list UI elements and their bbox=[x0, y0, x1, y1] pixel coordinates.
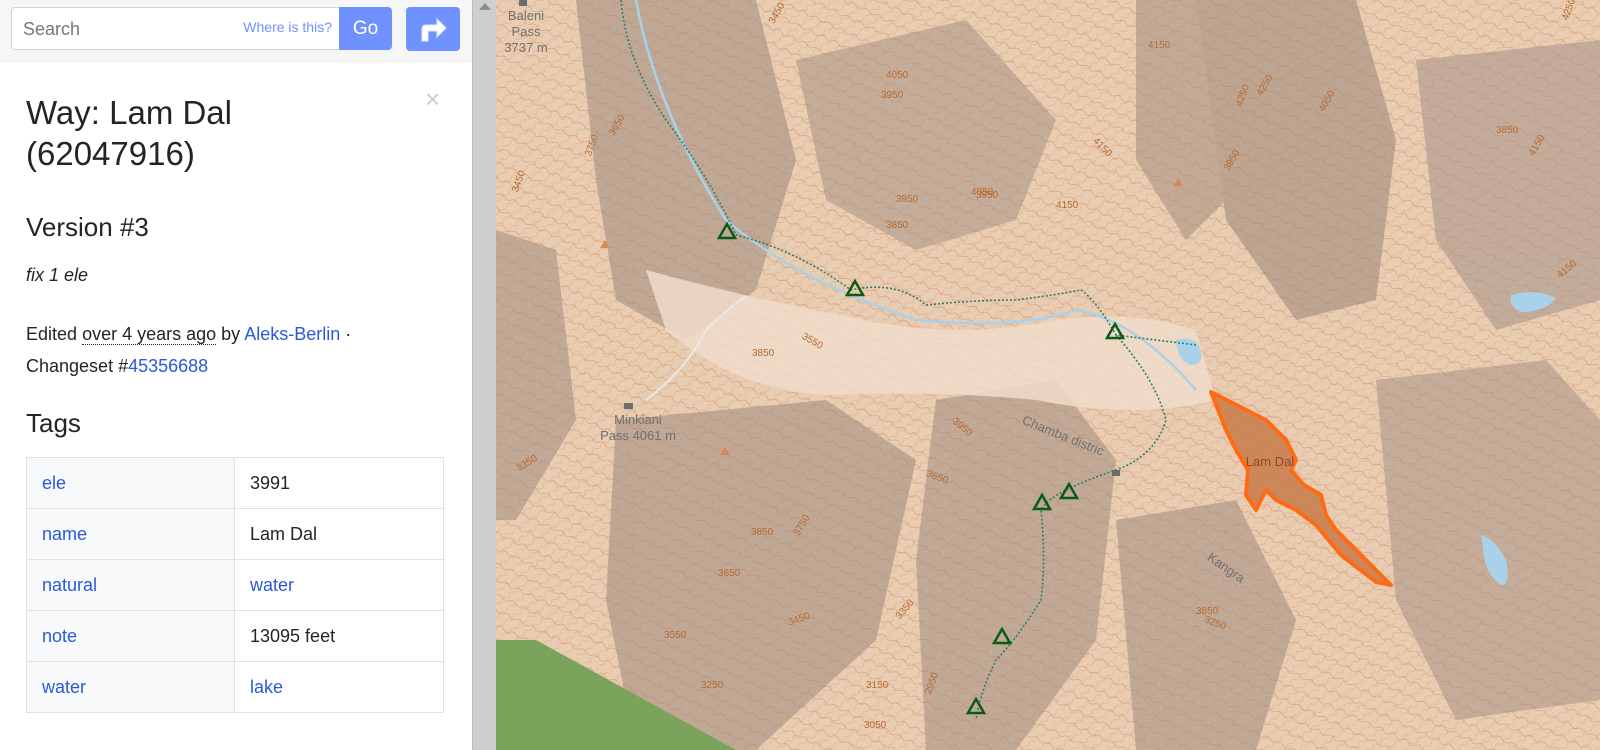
tag-value[interactable]: lake bbox=[234, 661, 444, 713]
tag-value: Lam Dal bbox=[234, 508, 444, 560]
user-link[interactable]: Aleks-Berlin bbox=[244, 324, 340, 344]
pass-icon bbox=[519, 0, 527, 6]
table-row: name Lam Dal bbox=[26, 508, 444, 560]
sidebar-resizer[interactable] bbox=[472, 0, 496, 750]
contour-label: 3150 bbox=[866, 680, 889, 691]
tags-table: ele 3991 name Lam Dal natural water note… bbox=[26, 457, 444, 713]
contour-label: 4150 bbox=[1056, 200, 1079, 211]
tag-value: 13095 feet bbox=[234, 610, 444, 662]
contour-label: 3850 bbox=[751, 527, 774, 538]
page-title: Way: Lam Dal (62047916) bbox=[26, 94, 232, 172]
map-label-lam-dal: Lam Dal bbox=[1245, 454, 1295, 469]
edited-prefix: Edited bbox=[26, 324, 78, 344]
contour-label: 3850 bbox=[886, 220, 909, 231]
changeset-prefix: Changeset # bbox=[26, 356, 129, 376]
table-row: natural water bbox=[26, 559, 444, 611]
tag-key[interactable]: note bbox=[26, 610, 235, 662]
table-row: water lake bbox=[26, 661, 444, 713]
contour-label: 3850 bbox=[752, 348, 775, 359]
changeset-link[interactable]: 45356688 bbox=[128, 356, 208, 376]
table-row: note 13095 feet bbox=[26, 610, 444, 662]
tag-key[interactable]: ele bbox=[26, 457, 235, 509]
version-title: Version #3 bbox=[26, 212, 149, 242]
scroll-up-icon[interactable] bbox=[479, 3, 491, 10]
map-label-minkiani-pass: Minkiani Pass 4061 m bbox=[600, 412, 676, 443]
pass-icon bbox=[624, 403, 633, 409]
go-button[interactable]: Go bbox=[339, 7, 392, 50]
contour-label: 3050 bbox=[864, 720, 887, 731]
tag-key[interactable]: name bbox=[26, 508, 235, 560]
tag-value: 3991 bbox=[234, 457, 444, 509]
contour-label: 3850 bbox=[1496, 125, 1519, 136]
contour-label: 3850 bbox=[1196, 606, 1219, 617]
edit-info: Edited over 4 years ago by Aleks-Berlin … bbox=[26, 318, 446, 382]
separator: · bbox=[345, 324, 352, 344]
edited-time: over 4 years ago bbox=[82, 324, 217, 345]
shelter-icon bbox=[1112, 470, 1120, 476]
contour-label: 4050 bbox=[971, 187, 994, 198]
tag-value[interactable]: water bbox=[234, 559, 444, 611]
tag-key[interactable]: water bbox=[26, 661, 235, 713]
directions-button[interactable] bbox=[406, 7, 460, 51]
map[interactable]: Baleni Pass 3737 m Minkiani Pass 4061 m … bbox=[496, 0, 1600, 750]
contour-label: 3650 bbox=[718, 568, 741, 579]
map-canvas[interactable] bbox=[496, 0, 1600, 750]
contour-label: 4050 bbox=[886, 70, 909, 81]
table-row: ele 3991 bbox=[26, 457, 444, 509]
search-box: Where is this? bbox=[11, 7, 339, 50]
contour-label: 4150 bbox=[1148, 40, 1171, 51]
contour-label: 3950 bbox=[896, 194, 919, 205]
contour-label: 3250 bbox=[701, 680, 724, 691]
where-is-this-link[interactable]: Where is this? bbox=[243, 19, 332, 35]
close-icon[interactable]: × bbox=[425, 86, 440, 112]
search-input[interactable] bbox=[23, 17, 223, 41]
map-label-baleni-pass: Baleni Pass 3737 m bbox=[504, 8, 548, 55]
directions-icon bbox=[421, 17, 447, 42]
sidebar: Where is this? Go × Way: Lam Dal (620479… bbox=[0, 0, 472, 750]
tags-title: Tags bbox=[26, 408, 81, 438]
tag-key[interactable]: natural bbox=[26, 559, 235, 611]
contour-label: 3950 bbox=[881, 90, 904, 101]
by-label: by bbox=[221, 324, 241, 344]
changeset-comment: fix 1 ele bbox=[26, 265, 89, 285]
contour-label: 3550 bbox=[664, 630, 687, 641]
search-bar: Where is this? Go bbox=[0, 0, 472, 63]
